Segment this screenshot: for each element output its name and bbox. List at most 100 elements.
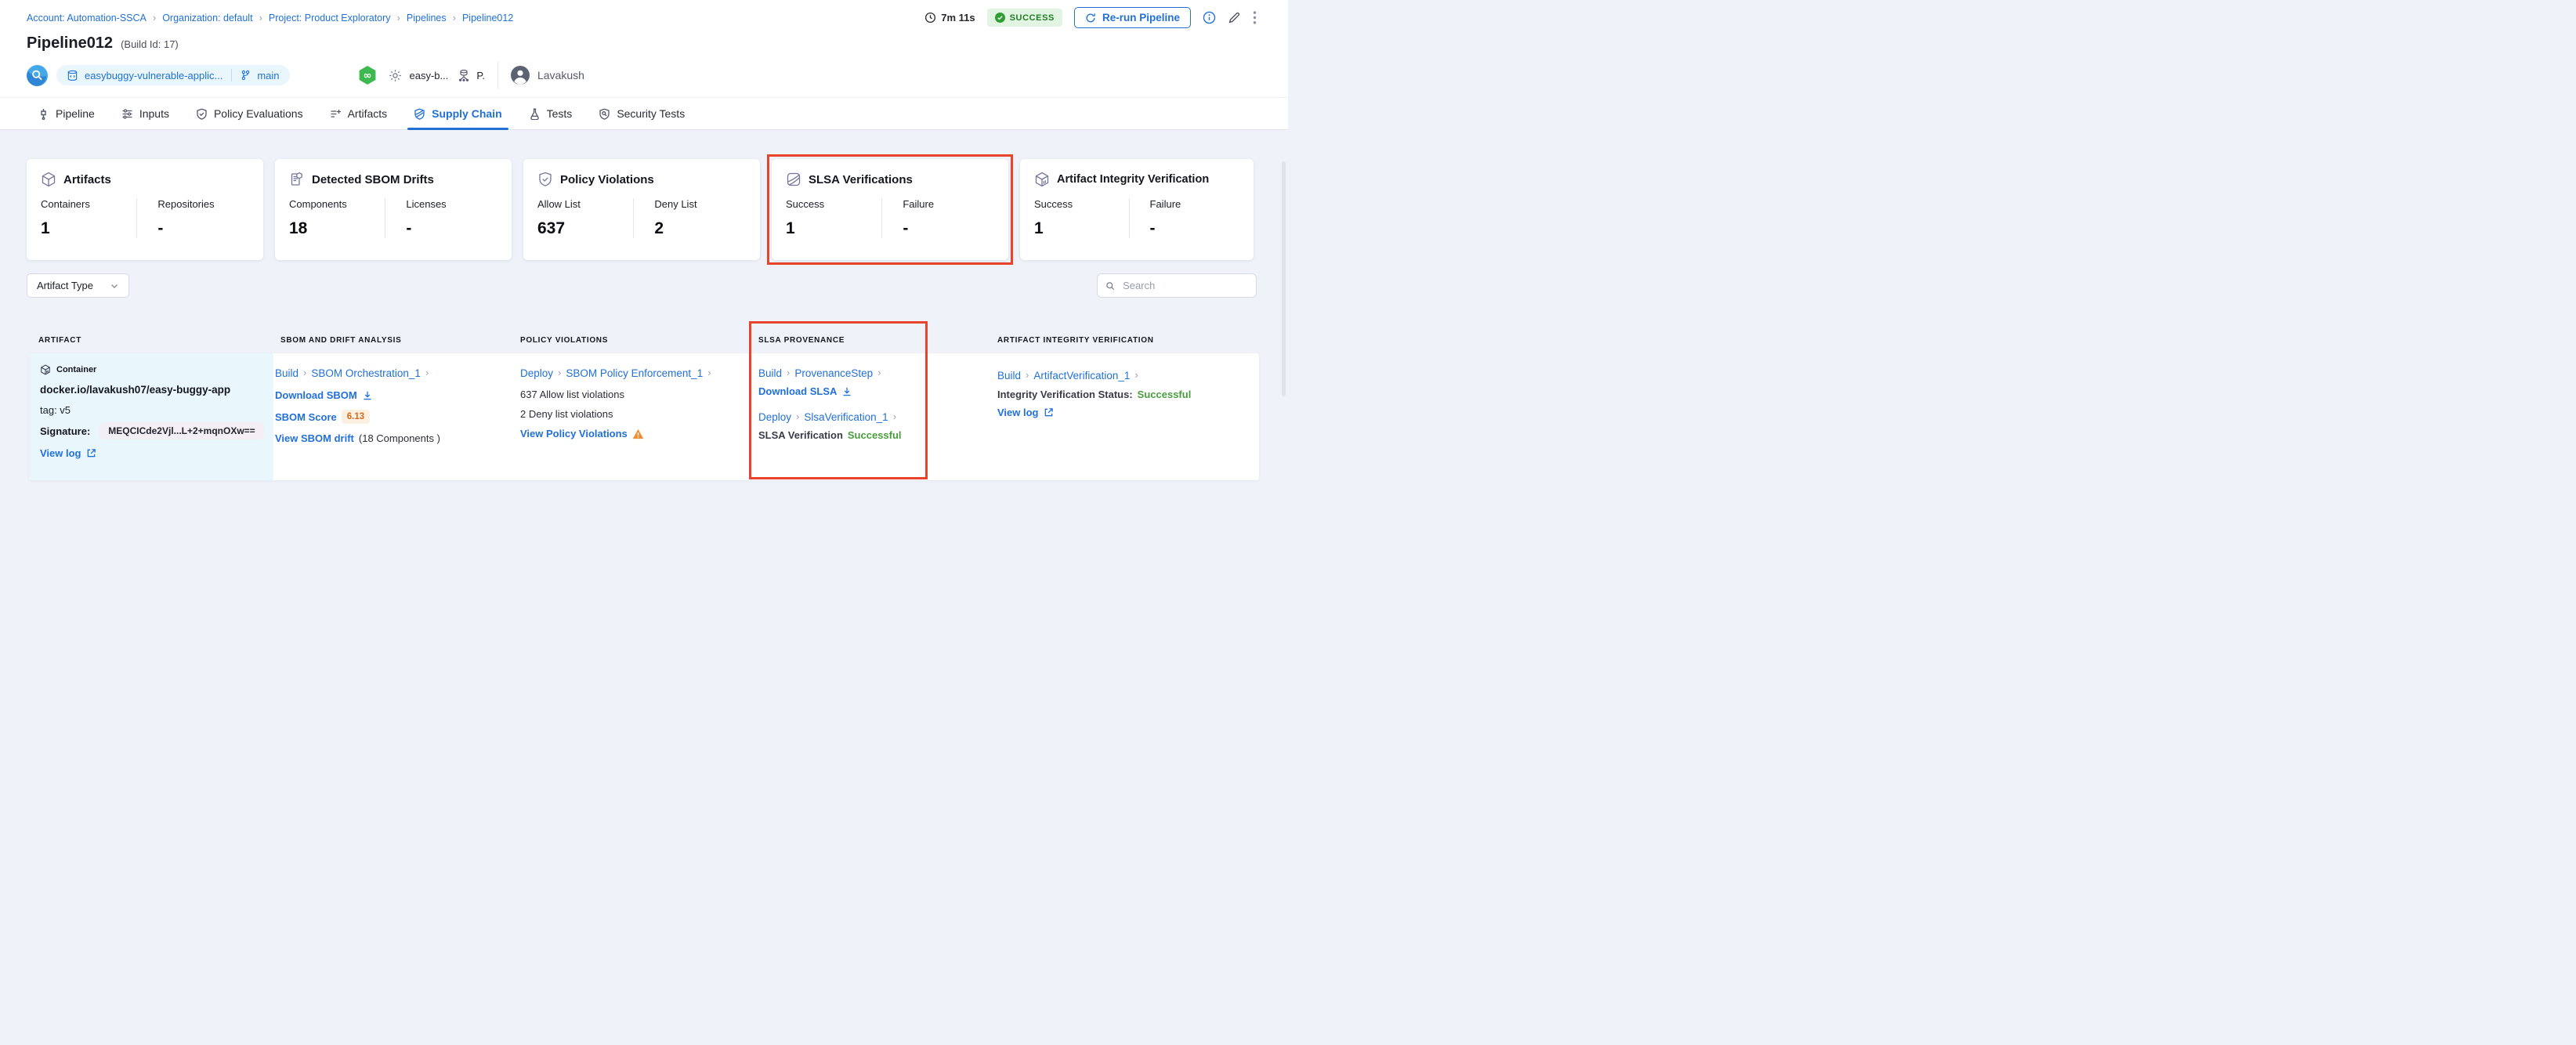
chevron-right-icon	[893, 410, 896, 424]
execution-tabs: Pipeline Inputs Policy Evaluations Artif…	[0, 97, 1288, 130]
pipeline-execution-page: Account: Automation-SSCA Organization: d…	[0, 0, 1288, 522]
artifact-type-label: Artifact Type	[37, 280, 94, 291]
stage-link[interactable]: Deploy	[758, 411, 791, 423]
vertical-scrollbar[interactable]	[1282, 161, 1286, 396]
shield-check-icon	[539, 172, 552, 186]
tab-supply-chain[interactable]: Supply Chain	[407, 98, 509, 130]
integrity-status-value: Successful	[1137, 389, 1192, 400]
shield-check-icon	[197, 108, 207, 120]
summary-card-artifacts: Artifacts Containers 1 Repositories -	[27, 159, 263, 260]
deny-list-violations: 2 Deny list violations	[520, 408, 613, 420]
artifact-integrity-cell: Build ArtifactVerification_1 Integrity V…	[997, 353, 1256, 480]
supply-chain-shield-icon	[414, 108, 425, 120]
ci-module-icon	[27, 64, 48, 86]
stat-label: Success	[1034, 198, 1073, 210]
clock-icon	[924, 12, 936, 24]
more-options-icon[interactable]	[1253, 11, 1257, 24]
stat-value: 2	[654, 219, 664, 237]
divider	[497, 62, 498, 89]
tab-inputs[interactable]: Inputs	[121, 98, 169, 129]
view-policy-violations-link[interactable]: View Policy Violations	[520, 428, 628, 439]
search-box	[1097, 273, 1257, 298]
summary-card-artifact-integrity: Artifact Integrity Verification Success 1…	[1020, 159, 1254, 260]
tab-tests[interactable]: Tests	[529, 98, 572, 129]
breadcrumb: Account: Automation-SSCA Organization: d…	[27, 12, 513, 24]
branch-name[interactable]: main	[257, 70, 279, 81]
user-avatar	[510, 66, 530, 85]
slsa-icon	[787, 172, 801, 186]
duration: 7m 11s	[924, 12, 975, 24]
breadcrumb-organization[interactable]: Organization: default	[162, 13, 252, 24]
summary-card-policy-violations: Policy Violations Allow List 637 Deny Lis…	[523, 159, 760, 260]
step-link[interactable]: SBOM Orchestration_1	[311, 367, 421, 379]
info-icon[interactable]	[1203, 11, 1216, 24]
edit-pencil-icon[interactable]	[1228, 11, 1241, 24]
stat-label: Failure	[903, 198, 935, 210]
signature-value: MEQCICde2Vjl...L+2+mqnOXw==	[99, 422, 264, 439]
sbom-score-link[interactable]: SBOM Score	[275, 411, 337, 423]
artifact-type-dropdown[interactable]: Artifact Type	[27, 273, 129, 298]
container-icon	[41, 364, 50, 375]
stat-value: 18	[289, 219, 308, 237]
chevron-right-icon	[787, 366, 790, 380]
repo-pill[interactable]: easybuggy-vulnerable-applic... main	[56, 65, 290, 85]
tab-policy-evaluations[interactable]: Policy Evaluations	[196, 98, 303, 129]
warning-icon	[632, 428, 644, 439]
stage-link[interactable]: Build	[758, 367, 782, 379]
trigger-text: easy-b...	[409, 69, 449, 81]
stat-label: Containers	[41, 198, 90, 210]
view-log-link[interactable]: View log	[40, 447, 81, 459]
download-slsa-link[interactable]: Download SLSA	[758, 385, 837, 397]
rerun-pipeline-button[interactable]: Re-run Pipeline	[1073, 7, 1191, 28]
step-link[interactable]: SlsaVerification_1	[804, 411, 888, 423]
view-sbom-drift-link[interactable]: View SBOM drift	[275, 432, 354, 444]
sliders-icon	[122, 108, 132, 119]
drift-components-note: (18 Components )	[358, 432, 440, 444]
tab-security-tests[interactable]: Security Tests	[599, 98, 685, 129]
slsa-status-value: Successful	[847, 429, 902, 441]
chevron-down-icon	[111, 284, 118, 288]
stage-link[interactable]: Deploy	[520, 367, 553, 379]
stat-label: Components	[289, 198, 347, 210]
repo-name: easybuggy-vulnerable-applic...	[85, 69, 223, 81]
stat-value: 1	[1034, 219, 1044, 237]
tab-artifacts[interactable]: Artifacts	[330, 98, 387, 129]
external-link-icon	[1044, 408, 1053, 417]
stat-label: Success	[786, 198, 825, 210]
slsa-status-label: SLSA Verification	[758, 429, 843, 441]
artifact-cell: Container docker.io/lavakush07/easy-bugg…	[29, 353, 273, 480]
table-row: Container docker.io/lavakush07/easy-bugg…	[29, 353, 1259, 480]
breadcrumb-pipeline012[interactable]: Pipeline012	[462, 13, 513, 24]
breadcrumb-project[interactable]: Project: Product Exploratory	[269, 13, 391, 24]
breadcrumb-pipelines[interactable]: Pipelines	[407, 13, 447, 24]
user-name: Lavakush	[537, 69, 584, 81]
chevron-right-icon	[303, 366, 306, 380]
stage-link[interactable]: Build	[997, 370, 1021, 381]
column-header-policy: POLICY VIOLATIONS	[520, 336, 609, 345]
artifact-image-name: docker.io/lavakush07/easy-buggy-app	[40, 384, 231, 396]
summary-card-sbom-drifts: Detected SBOM Drifts Components 18 Licens…	[275, 159, 512, 260]
step-link[interactable]: ProvenanceStep	[794, 367, 873, 379]
download-icon	[364, 391, 371, 400]
chevron-right-icon	[259, 12, 262, 24]
step-link[interactable]: SBOM Policy Enforcement_1	[566, 367, 703, 379]
card-title: Policy Violations	[560, 172, 654, 186]
slsa-provenance-cell: Build ProvenanceStep Download SLSA Deplo…	[758, 353, 946, 480]
card-title: SLSA Verifications	[809, 172, 913, 186]
artifact-tag: tag: v5	[40, 404, 71, 416]
column-header-sbom: SBOM AND DRIFT ANALYSIS	[280, 336, 402, 345]
step-link[interactable]: ArtifactVerification_1	[1033, 370, 1130, 381]
integrity-status-label: Integrity Verification Status:	[997, 389, 1133, 400]
title-row: Pipeline012 (Build Id: 17)	[27, 34, 179, 52]
build-id: (Build Id: 17)	[121, 38, 179, 50]
trigger-type-icon	[458, 69, 470, 81]
sbom-cell: Build SBOM Orchestration_1 Download SBOM…	[275, 353, 510, 480]
stage-link[interactable]: Build	[275, 367, 298, 379]
search-input[interactable]	[1121, 279, 1248, 292]
cube-icon	[42, 172, 56, 187]
download-sbom-link[interactable]: Download SBOM	[275, 389, 357, 401]
tab-pipeline[interactable]: Pipeline	[38, 98, 95, 129]
column-header-artifact: ARTIFACT	[38, 336, 82, 345]
view-log-link[interactable]: View log	[997, 407, 1039, 418]
breadcrumb-account[interactable]: Account: Automation-SSCA	[27, 13, 147, 24]
